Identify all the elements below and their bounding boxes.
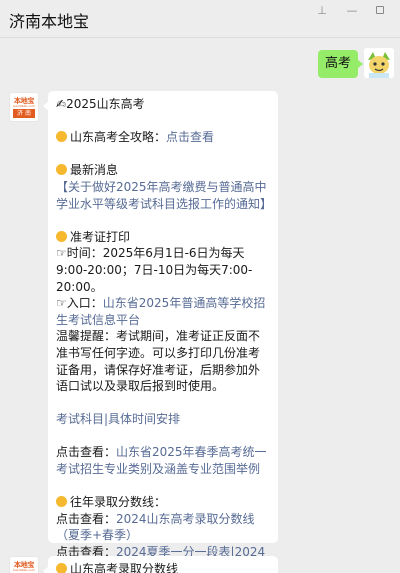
bullet-dot-icon: [56, 496, 67, 508]
score1-line: 点击查看：2024山东高考录取分数线（夏季+春季）: [56, 511, 270, 544]
bot-avatar[interactable]: 本地宝 bendibao.com 济 南: [9, 556, 39, 573]
message2-text: 山东高考录取分数线: [70, 562, 179, 573]
time-line: ☞时间：2025年6月1日-6日为每天9:00-20:00；7日-10日为每天7…: [56, 245, 270, 295]
score1-label: 点击查看：: [56, 511, 117, 526]
pin-icon[interactable]: ⊥: [313, 4, 331, 18]
bot-avatar[interactable]: 本地宝 bendibao.com 济 南: [9, 92, 39, 122]
avatar-domain: bendibao.com: [13, 104, 35, 108]
entry-line: ☞入口：山东省2025年普通高等学校招生考试信息平台: [56, 295, 270, 328]
admit-line: 准考证打印: [56, 229, 270, 246]
minimize-icon[interactable]: —: [343, 4, 361, 18]
guide-line: 山东高考全攻略：点击查看: [56, 129, 270, 146]
pointing-hand-icon: ☞: [56, 296, 67, 311]
message-header-text: 2025山东高考: [66, 97, 145, 111]
avatar-city: 济 南: [13, 109, 35, 118]
chat-title: 济南本地宝: [9, 12, 90, 31]
title-bar: 济南本地宝 ⊥ —: [0, 0, 400, 38]
entry-label: 入口：: [66, 296, 103, 311]
user-avatar[interactable]: [364, 48, 394, 78]
message-header: ✍2025山东高考: [56, 96, 270, 113]
spring-label: 点击查看：: [56, 445, 117, 460]
bullet-dot-icon: [56, 230, 67, 242]
schedule-link[interactable]: 考试科目|具体时间安排: [56, 411, 270, 428]
guide-label: 山东高考全攻略：: [70, 130, 167, 145]
outgoing-message[interactable]: 高考: [318, 50, 363, 78]
writing-hand-icon: ✍: [56, 97, 67, 111]
incoming-message: 山东高考录取分数线: [43, 556, 278, 573]
spring-line: 点击查看：山东省2025年春季高考统一考试招生专业类别及涵盖专业范围举例: [56, 444, 270, 477]
news-link[interactable]: 【关于做好2025年高考缴费与普通高中学业水平等级考试科目选报工作的通知】: [56, 179, 272, 212]
bullet-dot-icon: [56, 131, 67, 143]
pointing-hand-icon: ☞: [56, 246, 67, 261]
bullet-dot-icon: [56, 164, 67, 176]
avatar-domain: bendibao.com: [13, 568, 35, 572]
tip-text: 温馨提醒：考试期间，准考证正反面不准书写任何字迹。可以多打印几份准考证备用，请保…: [56, 329, 261, 394]
bullet-dot-icon: [56, 563, 67, 573]
admit-label: 准考证打印: [70, 229, 131, 244]
incoming-message: ✍2025山东高考 山东高考全攻略：点击查看 最新消息 【关于做好2025年高考…: [43, 91, 278, 573]
time-text: 时间：2025年6月1日-6日为每天9:00-20:00；7日-10日为每天7:…: [56, 246, 253, 294]
news-label: 最新消息: [70, 163, 119, 178]
user-avatar-icon: [364, 48, 394, 78]
guide-link[interactable]: 点击查看: [166, 130, 214, 144]
maximize-icon[interactable]: [371, 4, 389, 18]
score-line: 往年录取分数线：: [56, 494, 270, 511]
score-label: 往年录取分数线：: [70, 495, 167, 510]
news-line: 最新消息: [56, 162, 270, 179]
